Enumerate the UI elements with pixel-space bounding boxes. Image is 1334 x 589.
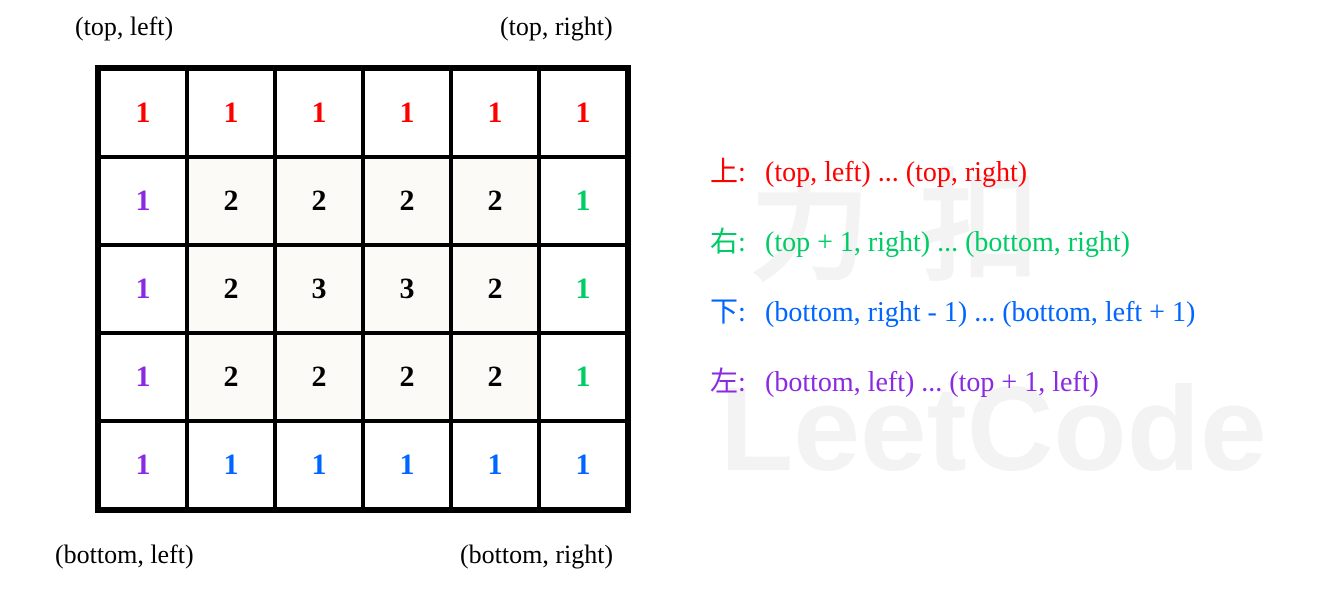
grid-cell: 2 <box>451 333 539 421</box>
grid-cell: 1 <box>363 69 451 157</box>
legend-top: 上: (top, left) ... (top, right) <box>710 150 1195 190</box>
legend-left-label: 左: <box>710 360 758 400</box>
grid-cell: 1 <box>539 157 627 245</box>
legend-bottom-range: (bottom, right - 1) ... (bottom, left + … <box>765 297 1195 328</box>
grid-cell: 1 <box>99 157 187 245</box>
grid-cell: 1 <box>451 69 539 157</box>
grid-cell: 1 <box>363 421 451 509</box>
grid-cell: 2 <box>187 245 275 333</box>
grid-cell: 3 <box>363 245 451 333</box>
grid-cell: 1 <box>187 69 275 157</box>
legend-right: 右: (top + 1, right) ... (bottom, right) <box>710 220 1195 260</box>
legend-left: 左: (bottom, left) ... (top + 1, left) <box>710 360 1195 400</box>
grid-cell: 2 <box>187 333 275 421</box>
grid-cell: 2 <box>451 245 539 333</box>
grid-cell: 1 <box>99 69 187 157</box>
grid-cell: 1 <box>187 421 275 509</box>
grid-cell: 2 <box>451 157 539 245</box>
grid-cell: 2 <box>275 333 363 421</box>
grid-cell: 1 <box>99 245 187 333</box>
grid-cell: 1 <box>539 245 627 333</box>
legend-bottom: 下: (bottom, right - 1) ... (bottom, left… <box>710 290 1195 330</box>
legend-top-range: (top, left) ... (top, right) <box>765 157 1027 188</box>
grid-cell: 2 <box>187 157 275 245</box>
diagram-root: 力扣 LeetCode (top, left) (top, right) (bo… <box>0 0 1334 589</box>
corner-label-top-right: (top, right) <box>500 12 613 42</box>
grid-cell: 1 <box>451 421 539 509</box>
grid-cell: 2 <box>275 157 363 245</box>
corner-label-bottom-left: (bottom, left) <box>55 540 194 570</box>
grid-cell: 2 <box>363 333 451 421</box>
legend-top-label: 上: <box>710 150 758 190</box>
grid-cell: 1 <box>539 421 627 509</box>
legend: 上: (top, left) ... (top, right) 右: (top … <box>710 150 1195 400</box>
grid-cell: 1 <box>99 333 187 421</box>
legend-right-label: 右: <box>710 220 758 260</box>
legend-right-range: (top + 1, right) ... (bottom, right) <box>765 227 1130 258</box>
matrix-grid: 111111122221123321122221111111 <box>95 65 631 513</box>
legend-left-range: (bottom, left) ... (top + 1, left) <box>765 367 1099 398</box>
legend-bottom-label: 下: <box>710 290 758 330</box>
grid-cell: 3 <box>275 245 363 333</box>
corner-label-bottom-right: (bottom, right) <box>460 540 613 570</box>
grid-cell: 1 <box>99 421 187 509</box>
grid-cell: 1 <box>275 421 363 509</box>
grid-cell: 1 <box>275 69 363 157</box>
grid-cell: 1 <box>539 69 627 157</box>
grid-cell: 2 <box>363 157 451 245</box>
grid-cell: 1 <box>539 333 627 421</box>
corner-label-top-left: (top, left) <box>75 12 173 42</box>
